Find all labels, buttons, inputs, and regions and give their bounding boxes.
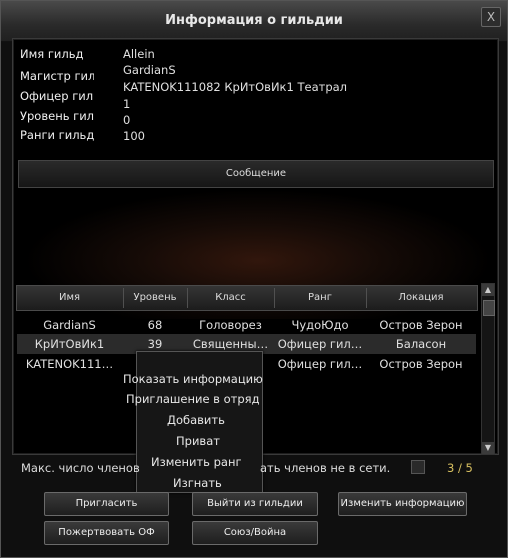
col-location[interactable]: Локация — [367, 292, 475, 303]
member-rank: Офицер гил… — [277, 337, 363, 351]
member-class: Головорез — [199, 318, 262, 332]
invite-button[interactable]: Пригласить — [44, 492, 169, 516]
member-location: Остров Зерон — [379, 357, 463, 371]
member-name: КрИтОвИк1 — [34, 337, 105, 351]
guild-points-value: 0 — [123, 113, 131, 127]
donate-button[interactable]: Пожертвовать ОФ — [44, 521, 169, 545]
col-name[interactable]: Имя — [17, 292, 122, 303]
message-button-label: Сообщение — [225, 168, 287, 179]
menu-add-friend[interactable]: Добавить — [167, 413, 225, 427]
title-bar[interactable]: Информация о гильдии X — [1, 1, 507, 42]
guild-master-value: GardianS — [123, 63, 176, 77]
guild-officer-value: KATENOK111082 КрИтОвИк1 Театрал — [123, 80, 348, 94]
member-name: KATENOK111… — [25, 357, 114, 371]
member-location: Баласон — [395, 337, 447, 351]
guild-name-label: Имя гильд — [20, 47, 84, 61]
alliance-war-button[interactable]: Союз/Война — [192, 521, 318, 545]
window-title: Информация о гильдии — [165, 13, 343, 28]
offline-members-text: ать членов не в сети. — [260, 461, 391, 475]
menu-kick[interactable]: Изгнать — [173, 476, 222, 490]
col-rank[interactable]: Ранг — [275, 292, 365, 303]
members-scrollbar[interactable]: ▲ ▼ — [481, 283, 495, 455]
member-level: 39 — [147, 337, 163, 351]
scroll-up-icon[interactable]: ▲ — [482, 284, 494, 296]
close-button[interactable]: X — [481, 7, 501, 27]
member-location: Остров Зерон — [379, 318, 463, 332]
member-rank: ЧудоЮдо — [291, 318, 349, 332]
menu-party-invite[interactable]: Приглашение в отряд — [126, 392, 260, 406]
member-class: Священны… — [192, 337, 269, 351]
message-button[interactable]: Сообщение — [18, 160, 494, 188]
menu-show-info[interactable]: Показать информацию — [123, 372, 263, 386]
menu-change-rank[interactable]: Изменить ранг — [151, 455, 242, 469]
scroll-thumb[interactable] — [483, 300, 495, 316]
leave-guild-button[interactable]: Выйти из гильдии — [192, 492, 318, 516]
member-level: 68 — [147, 318, 163, 332]
offline-checkbox[interactable] — [411, 460, 425, 474]
table-row[interactable]: GardianS 68 Головорез ЧудоЮдо Остров Зер… — [17, 315, 476, 335]
scroll-down-icon[interactable]: ▼ — [482, 442, 494, 454]
col-class[interactable]: Класс — [188, 292, 273, 303]
table-header: Имя Уровень Класс Ранг Локация — [16, 285, 478, 311]
member-count: 3 / 5 — [447, 461, 473, 475]
member-rank: Офицер гил… — [277, 357, 363, 371]
guild-rank-value: 100 — [123, 129, 145, 143]
guild-info-window: Информация о гильдии X Имя гильд Allein … — [0, 0, 508, 558]
guild-level-value: 1 — [123, 97, 131, 111]
col-level[interactable]: Уровень — [124, 292, 186, 303]
guild-master-label: Магистр гиль — [20, 69, 94, 83]
guild-rank-label: Ранги гильд — [20, 128, 94, 142]
guild-name-value: Allein — [123, 47, 155, 61]
guild-level-label: Уровень гилі — [20, 109, 94, 123]
edit-info-button[interactable]: Изменить информацию — [338, 492, 467, 516]
max-members-text: Макс. число членов — [21, 461, 140, 475]
member-name: GardianS — [43, 318, 96, 332]
guild-officer-label: Офицер гилі — [20, 89, 94, 103]
menu-private-message[interactable]: Приват — [176, 434, 220, 448]
